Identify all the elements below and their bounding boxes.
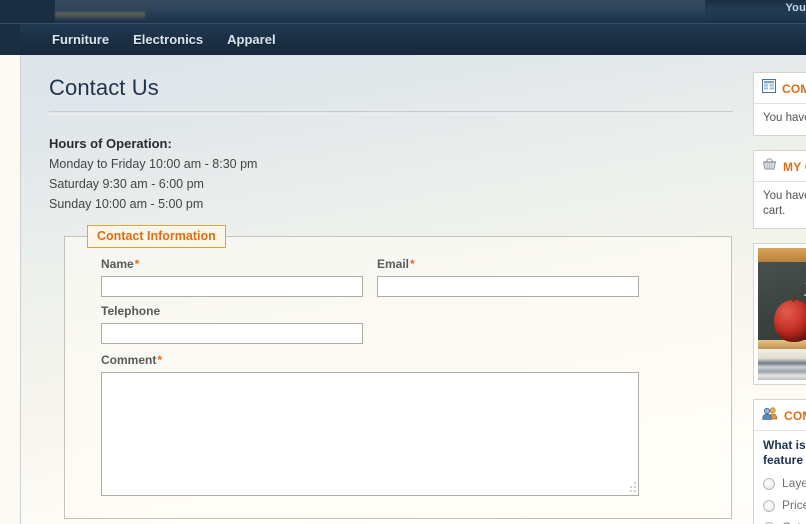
contact-information-fieldset: Contact Information Name* Email* Telepho… xyxy=(64,225,732,519)
welcome-message: You xyxy=(785,2,806,14)
nav-left-cap xyxy=(0,24,20,55)
poll-option-price[interactable]: Price xyxy=(763,498,806,513)
poll-option-label: Cate xyxy=(782,520,806,524)
apple-icon xyxy=(774,300,806,342)
header-left-cap xyxy=(0,0,55,23)
my-cart-title: MY C xyxy=(783,159,806,174)
title-divider xyxy=(49,111,733,112)
community-people-icon xyxy=(762,406,778,425)
email-input[interactable] xyxy=(377,276,639,297)
community-poll-title: COM xyxy=(784,408,806,423)
radio-icon[interactable] xyxy=(763,477,775,490)
my-cart-block: MY C You have cart. xyxy=(753,150,806,229)
shopping-basket-icon xyxy=(762,157,777,176)
title-divider-light xyxy=(49,114,733,115)
main-content-column: Contact Us Hours of Operation: Monday to… xyxy=(49,55,733,519)
radio-icon[interactable] xyxy=(763,499,775,512)
name-required-marker: * xyxy=(134,257,140,271)
comment-required-marker: * xyxy=(157,353,163,367)
fieldset-legend: Contact Information xyxy=(87,225,226,248)
back-to-school-banner-image[interactable]: BA xyxy=(758,248,806,380)
form-row-name-email: Name* Email* Telephone xyxy=(65,257,731,344)
nav-item-apparel[interactable]: Apparel xyxy=(215,24,287,55)
compare-products-title: COM xyxy=(782,81,806,96)
nav-list: Furniture Electronics Apparel xyxy=(40,24,288,55)
field-telephone: Telephone xyxy=(101,304,363,344)
comment-label: Comment* xyxy=(101,353,639,367)
right-sidebar: COM You have MY C xyxy=(753,72,806,524)
header-gold-accent xyxy=(55,12,145,19)
poll-question: What is feature xyxy=(763,438,806,467)
name-label: Name* xyxy=(101,257,363,271)
page-body: Contact Us Hours of Operation: Monday to… xyxy=(20,55,806,524)
name-input[interactable] xyxy=(101,276,363,297)
header-sheen xyxy=(55,0,705,23)
page-root: You Furniture Electronics Apparel Contac… xyxy=(0,0,806,524)
email-label: Email* xyxy=(377,257,639,271)
banner-books xyxy=(758,349,806,380)
main-navigation: Furniture Electronics Apparel xyxy=(0,23,806,55)
field-name: Name* xyxy=(101,257,363,297)
poll-option-layered[interactable]: Laye xyxy=(763,476,806,491)
community-poll-header: COM xyxy=(754,400,806,431)
compare-products-block: COM You have xyxy=(753,72,806,136)
header-strip: You xyxy=(0,0,806,23)
my-cart-body: You have cart. xyxy=(763,190,806,217)
compare-products-body: You have xyxy=(763,112,806,124)
community-poll-block: COM What is feature Laye Price Cate xyxy=(753,399,806,524)
hours-line-sunday: Sunday 10:00 am - 5:00 pm xyxy=(49,197,204,211)
comment-label-text: Comment xyxy=(101,353,157,367)
name-label-text: Name xyxy=(101,257,134,271)
promo-banner-block[interactable]: BA xyxy=(753,243,806,385)
community-poll-body: What is feature Laye Price Cate xyxy=(754,431,806,524)
my-cart-header: MY C xyxy=(754,151,806,182)
hours-heading: Hours of Operation: xyxy=(49,136,172,151)
poll-option-label: Price xyxy=(782,498,806,512)
field-email: Email* xyxy=(377,257,639,297)
field-comment: Comment* xyxy=(101,353,639,496)
banner-chalkboard-frame xyxy=(758,248,806,262)
poll-option-label: Laye xyxy=(782,476,806,490)
grid-list-icon xyxy=(762,79,776,98)
poll-option-category[interactable]: Cate xyxy=(763,520,806,524)
telephone-input[interactable] xyxy=(101,323,363,344)
page-title: Contact Us xyxy=(49,75,159,100)
comment-textarea[interactable] xyxy=(101,372,639,496)
nav-item-electronics[interactable]: Electronics xyxy=(121,24,215,55)
hours-line-weekday: Monday to Friday 10:00 am - 8:30 pm xyxy=(49,157,258,171)
email-label-text: Email xyxy=(377,257,410,271)
hours-line-saturday: Saturday 9:30 am - 6:00 pm xyxy=(49,177,204,191)
telephone-label: Telephone xyxy=(101,304,161,318)
nav-item-furniture[interactable]: Furniture xyxy=(40,24,121,55)
email-required-marker: * xyxy=(410,257,415,271)
compare-products-header: COM xyxy=(754,73,806,104)
